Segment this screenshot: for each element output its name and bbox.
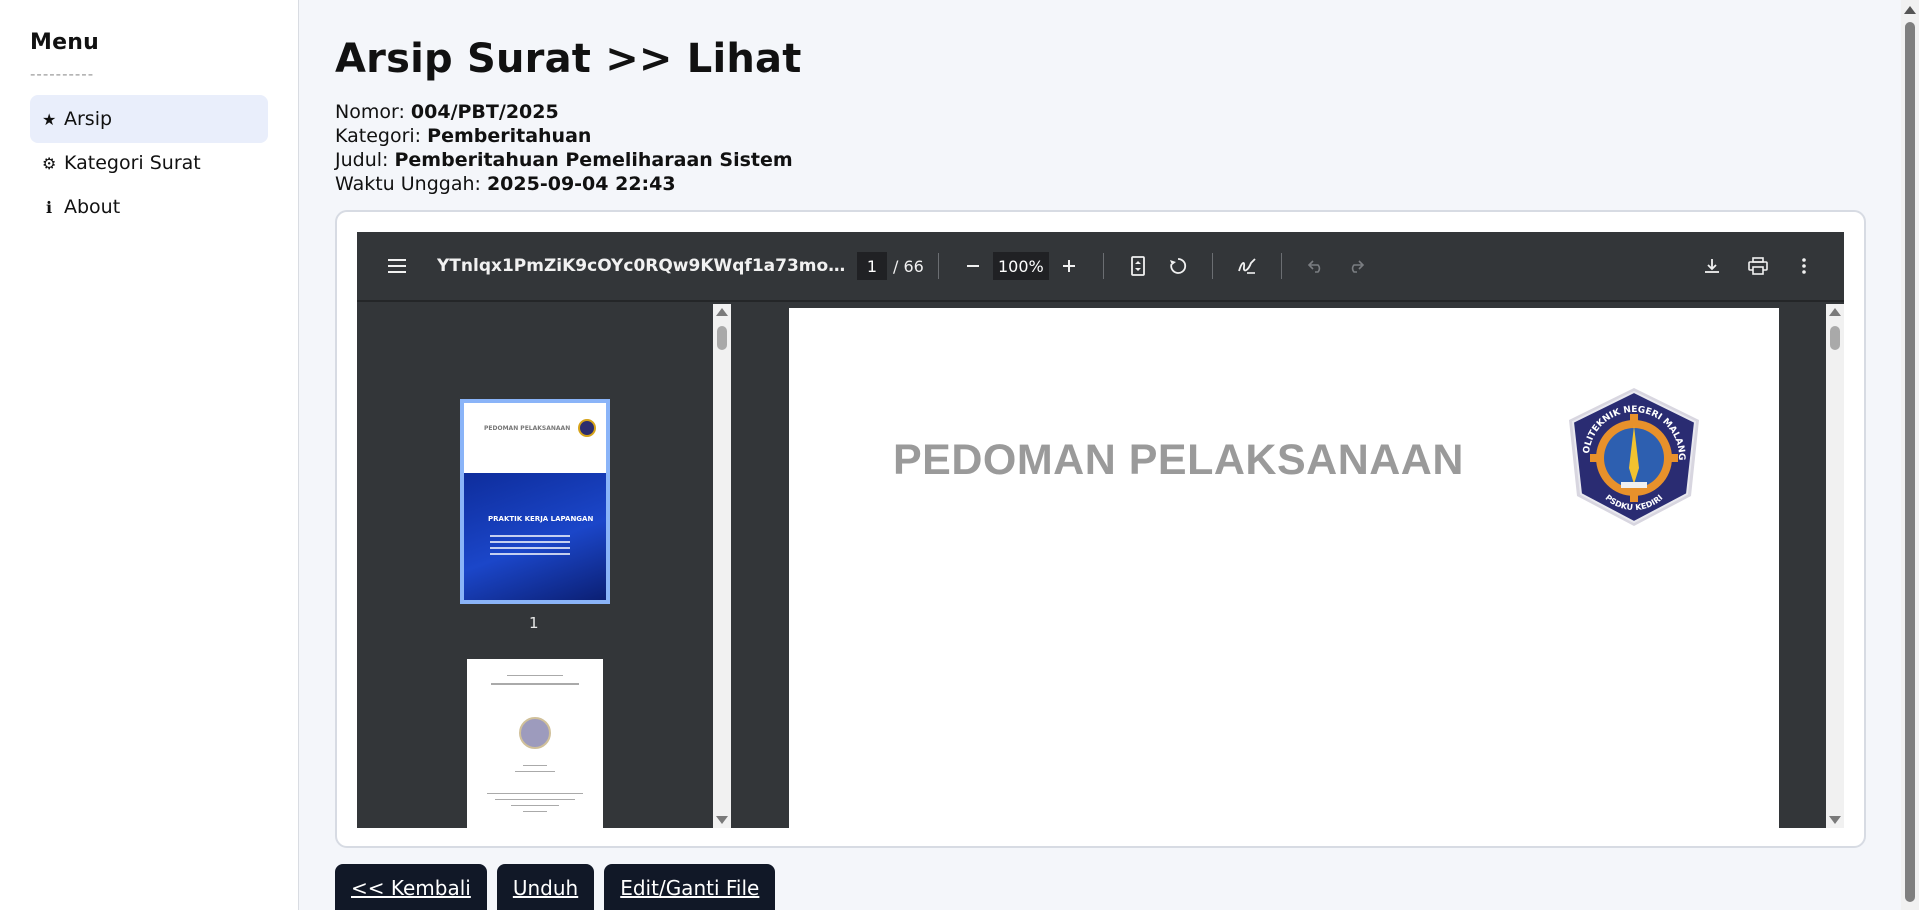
meta-value: 2025-09-04 22:43	[486, 173, 676, 195]
scrollbar-thumb[interactable]	[1830, 326, 1840, 350]
meta-value: 004/PBT/2025	[410, 101, 559, 123]
meta-value: Pemberitahuan Pemeliharaan Sistem	[394, 149, 793, 171]
scroll-down-arrow[interactable]	[716, 816, 728, 824]
thumbnail-number: 1	[529, 614, 539, 632]
meta-nomor: Nomor: 004/PBT/2025	[335, 100, 1895, 124]
scroll-up-arrow[interactable]	[1904, 6, 1916, 14]
action-buttons: << Kembali Unduh Edit/Ganti File	[335, 864, 776, 910]
thumbnail-page-1[interactable]: PEDOMAN PELAKSANAAN PRAKTIK KERJA LAPANG…	[460, 399, 610, 604]
scrollbar-thumb[interactable]	[717, 326, 727, 350]
scroll-up-arrow[interactable]	[716, 308, 728, 316]
thumbnail-scrollbar[interactable]	[713, 304, 731, 828]
back-button[interactable]: << Kembali	[335, 864, 487, 910]
download-icon[interactable]	[1692, 246, 1732, 286]
sidebar-title: Menu	[30, 30, 99, 55]
scrollbar-thumb[interactable]	[1905, 22, 1915, 902]
sidebar-item-arsip[interactable]: ★ Arsip	[30, 95, 268, 143]
pdf-viewer-card: YTnlqx1PmZiK9cOYc0RQw9KWqf1a73moFMatf...…	[335, 210, 1866, 848]
sidebar-item-label: About	[64, 196, 121, 218]
thumbnail-title: PEDOMAN PELAKSANAAN	[484, 425, 571, 432]
thumbnail-cover: PRAKTIK KERJA LAPANGAN	[464, 473, 606, 600]
main-content: Arsip Surat >> Lihat Nomor: 004/PBT/2025…	[335, 0, 1895, 910]
pdf-toolbar: YTnlqx1PmZiK9cOYc0RQw9KWqf1a73moFMatf...…	[357, 232, 1844, 302]
pdf-viewer[interactable]: YTnlqx1PmZiK9cOYc0RQw9KWqf1a73moFMatf...…	[357, 232, 1844, 828]
meta-label: Waktu Unggah:	[335, 173, 481, 195]
edit-file-button[interactable]: Edit/Ganti File	[604, 864, 776, 910]
pdf-filename: YTnlqx1PmZiK9cOYc0RQw9KWqf1a73moFMatf...	[437, 256, 857, 276]
page-view: PEDOMAN PELAKSANAAN OLITEKNIK NEGERI MAL…	[731, 304, 1826, 828]
gear-icon: ⚙	[42, 153, 57, 173]
seal-icon	[578, 419, 596, 437]
pdf-page: PEDOMAN PELAKSANAAN OLITEKNIK NEGERI MAL…	[789, 308, 1779, 828]
window-scrollbar[interactable]	[1901, 0, 1919, 910]
sidebar-divider: ----------	[30, 65, 95, 83]
info-icon: ℹ	[45, 197, 53, 217]
meta-waktu: Waktu Unggah: 2025-09-04 22:43	[335, 172, 1895, 196]
star-icon: ★	[42, 109, 57, 129]
toolbar-divider	[937, 253, 939, 279]
page-number-input[interactable]: 1	[857, 252, 887, 280]
undo-icon[interactable]	[1296, 246, 1336, 286]
sidebar-item-about[interactable]: ℹ About	[30, 183, 268, 231]
page-indicator: 1 / 66	[857, 252, 924, 280]
toolbar-divider	[1102, 253, 1104, 279]
meta-label: Kategori:	[335, 125, 422, 147]
sidebar-item-kategori-surat[interactable]: ⚙ Kategori Surat	[30, 139, 268, 187]
meta-label: Nomor:	[335, 101, 405, 123]
meta-label: Judul:	[335, 149, 389, 171]
page-heading: PEDOMAN PELAKSANAAN	[893, 436, 1464, 484]
download-button[interactable]: Unduh	[496, 864, 595, 910]
thumbnail-banner: PRAKTIK KERJA LAPANGAN	[488, 515, 594, 523]
thumbnail-text-lines	[490, 535, 570, 559]
meta-judul: Judul: Pemberitahuan Pemeliharaan Sistem	[335, 148, 1895, 172]
seal-icon	[519, 717, 551, 749]
zoom-in-icon[interactable]	[1049, 246, 1089, 286]
toolbar-divider	[1211, 253, 1213, 279]
redo-icon[interactable]	[1336, 246, 1376, 286]
thumbnail-panel: PEDOMAN PELAKSANAAN PRAKTIK KERJA LAPANG…	[357, 304, 713, 828]
more-options-icon[interactable]	[1784, 246, 1824, 286]
page-title: Arsip Surat >> Lihat	[335, 36, 802, 82]
sidebar-item-label: Arsip	[64, 108, 113, 130]
page-total: / 66	[893, 256, 924, 276]
print-icon[interactable]	[1738, 246, 1778, 286]
page-scrollbar[interactable]	[1826, 304, 1844, 828]
annotate-icon[interactable]	[1227, 246, 1267, 286]
toolbar-right-group	[1692, 246, 1844, 286]
rotate-icon[interactable]	[1158, 246, 1198, 286]
zoom-input[interactable]: 100%	[992, 252, 1049, 280]
toolbar-divider	[1280, 253, 1282, 279]
meta-kategori: Kategori: Pemberitahuan	[335, 124, 1895, 148]
sidebar-item-label: Kategori Surat	[64, 152, 201, 174]
sidebar: Menu ---------- ★ Arsip ⚙ Kategori Surat…	[0, 0, 299, 910]
thumbnail-page-2[interactable]	[467, 659, 603, 828]
scroll-down-arrow[interactable]	[1829, 816, 1841, 824]
polinema-seal-logo: POLITEKNIK NEGERI MALANG PSDKU KEDIRI	[1561, 384, 1699, 526]
menu-icon[interactable]	[357, 258, 437, 274]
zoom-out-icon[interactable]	[953, 246, 993, 286]
meta-value: Pemberitahuan	[427, 125, 592, 147]
thumbnail-header: PEDOMAN PELAKSANAAN	[464, 403, 606, 473]
fit-page-icon[interactable]	[1118, 246, 1158, 286]
scroll-up-arrow[interactable]	[1829, 308, 1841, 316]
